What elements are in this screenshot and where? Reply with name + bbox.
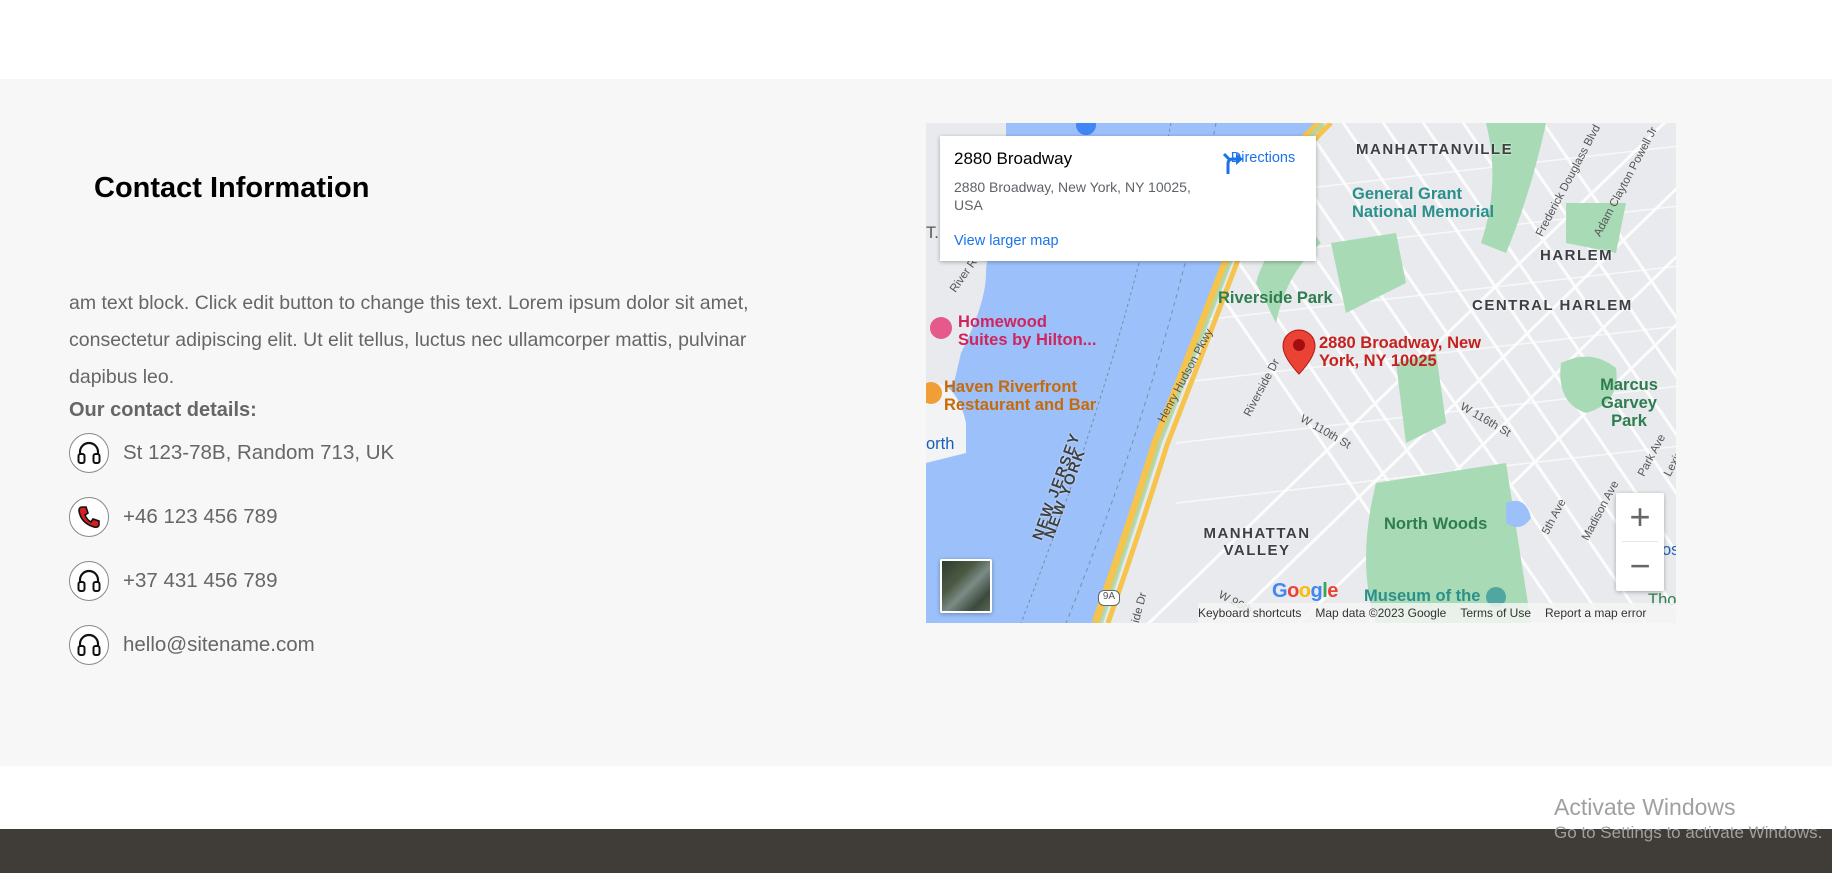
contact-body-text: am text block. Click edit button to chan…: [69, 292, 749, 388]
area-label-harlem: HARLEM: [1540, 247, 1614, 264]
contact-item-text: +37 431 456 789: [123, 569, 278, 592]
directions-icon: [1222, 152, 1243, 174]
route-shield: 9A: [1098, 590, 1120, 606]
contact-item-phone: +46 123 456 789: [69, 496, 277, 538]
contact-item-email: hello@sitename.com: [69, 624, 315, 666]
map-edge-label: os: [1662, 541, 1676, 559]
activate-windows-title: Activate Windows: [1554, 794, 1736, 820]
google-logo-letter: e: [1327, 580, 1338, 602]
terms-of-use-link[interactable]: Terms of Use: [1460, 606, 1531, 620]
poi-general-grant[interactable]: General Grant National Memorial: [1352, 185, 1502, 221]
place-address: 2880 Broadway, New York, NY 10025, USA: [954, 179, 1191, 213]
activate-windows-watermark: Activate Windows Go to Settings to activ…: [1554, 794, 1822, 843]
place-title: 2880 Broadway: [954, 149, 1073, 168]
google-logo-letter: o: [1298, 580, 1311, 602]
map-edge-label: T.: [926, 224, 939, 242]
poi-homewood-suites[interactable]: Homewood Suites by Hilton...: [958, 313, 1098, 349]
directions-button[interactable]: Directions: [1218, 148, 1308, 174]
area-label-manhattan-valley: MANHATTAN VALLEY: [1203, 525, 1311, 559]
report-map-error-link[interactable]: Report a map error: [1545, 606, 1646, 620]
zoom-control: + −: [1616, 493, 1664, 591]
contact-item-text: St 123-78B, Random 713, UK: [123, 441, 395, 464]
google-logo: Google: [1272, 580, 1338, 603]
map-data-text: Map data ©2023 Google: [1315, 606, 1447, 620]
zoom-out-button[interactable]: −: [1616, 542, 1664, 590]
area-label-central-harlem: CENTRAL HARLEM: [1472, 297, 1633, 314]
headphones-icon: [69, 625, 109, 665]
contact-item-text: hello@sitename.com: [123, 633, 315, 656]
poi-north-woods[interactable]: North Woods: [1384, 515, 1487, 533]
place-card: 2880 Broadway 2880 Broadway, New York, N…: [940, 136, 1316, 261]
activate-windows-subtitle: Go to Settings to activate Windows.: [1554, 823, 1823, 842]
map-marker-icon: [1282, 329, 1316, 375]
keyboard-shortcuts-link[interactable]: Keyboard shortcuts: [1198, 606, 1301, 620]
top-strip: [0, 0, 1832, 79]
poi-haven-riverfront[interactable]: Haven Riverfront Restaurant and Bar: [944, 378, 1104, 414]
google-logo-letter: g: [1310, 580, 1323, 602]
view-larger-map-link[interactable]: View larger map: [954, 233, 1059, 249]
map-edge-label: orth: [926, 435, 955, 453]
google-logo-letter: o: [1287, 580, 1299, 602]
contact-item-text: +46 123 456 789: [123, 505, 278, 528]
satellite-toggle-button[interactable]: [940, 559, 992, 613]
map-embed[interactable]: MANHATTANVILLE General Grant National Me…: [926, 123, 1676, 623]
contact-title: Contact Information: [94, 172, 370, 204]
contact-details-heading: Our contact details:: [69, 399, 257, 421]
headphones-icon: [69, 433, 109, 473]
area-label-manhattanville: MANHATTANVILLE: [1356, 141, 1514, 158]
map-attribution-bar: Keyboard shortcuts Map data ©2023 Google…: [1198, 603, 1676, 623]
marker-label: 2880 Broadway, New York, NY 10025: [1319, 334, 1482, 370]
google-logo-letter: G: [1272, 580, 1288, 602]
contact-item-phone-2: +37 431 456 789: [69, 560, 277, 602]
phone-icon: [69, 497, 109, 537]
headphones-icon: [69, 561, 109, 601]
zoom-in-button[interactable]: +: [1616, 493, 1664, 541]
contact-item-address: St 123-78B, Random 713, UK: [69, 432, 394, 474]
poi-marcus-garvey-park[interactable]: Marcus Garvey Park: [1584, 376, 1674, 430]
poi-riverside-park[interactable]: Riverside Park: [1218, 289, 1333, 307]
